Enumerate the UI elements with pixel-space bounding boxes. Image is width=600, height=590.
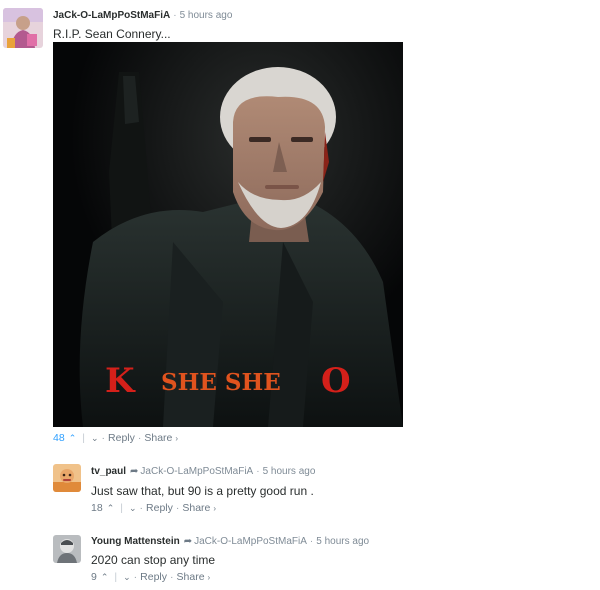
avatar-jack[interactable] xyxy=(3,8,43,48)
avatar-tv-paul[interactable] xyxy=(53,464,81,492)
avatar-young-mattenstein[interactable] xyxy=(53,535,81,563)
reply-button[interactable]: Reply xyxy=(108,432,135,444)
downvote-icon[interactable]: ⌄ xyxy=(91,433,99,443)
in-reply-to[interactable]: JaCk-O-LaMpPoStMaFiA xyxy=(194,536,307,547)
comment-actions-1: 48 ⌃ | ⌄ · Reply · Share › xyxy=(53,432,178,444)
vote-divider: | xyxy=(120,502,123,514)
vote-count: 9 xyxy=(91,571,97,583)
action-separator: · xyxy=(137,432,142,444)
action-separator: · xyxy=(133,571,138,583)
meta-separator: · xyxy=(173,10,177,21)
meta-line-1: JaCk-O-LaMpPoStMaFiA · 5 hours ago xyxy=(53,10,232,21)
timestamp[interactable]: 5 hours ago xyxy=(316,536,369,547)
image-caption-middle: SHE SHE xyxy=(161,369,281,396)
meta-line-2: tv_paul ➦ JaCk-O-LaMpPoStMaFiA · 5 hours ago xyxy=(91,466,315,477)
upvote-icon[interactable]: ⌃ xyxy=(101,572,109,582)
action-separator: · xyxy=(139,502,144,514)
reply-arrow-icon: ➦ xyxy=(183,536,193,547)
meta-line-3: Young Mattenstein ➦ JaCk-O-LaMpPoStMaFiA · 5… xyxy=(91,536,369,547)
vote-divider: | xyxy=(114,571,118,583)
share-label: Share xyxy=(182,502,211,514)
upvote-icon[interactable]: ⌃ xyxy=(107,503,115,513)
author-name[interactable]: Young Mattenstein xyxy=(91,536,180,547)
action-separator: · xyxy=(101,432,106,444)
share-caret-icon: › xyxy=(213,504,216,513)
downvote-icon[interactable]: ⌄ xyxy=(123,572,131,582)
vote-count: 18 xyxy=(91,502,103,514)
share-button[interactable]: Share › xyxy=(144,432,178,444)
comment-text: 2020 can stop any time xyxy=(91,553,216,567)
upvote-icon[interactable]: ⌃ xyxy=(69,433,77,443)
downvote-icon[interactable]: ⌄ xyxy=(129,503,137,513)
action-separator: · xyxy=(170,571,174,583)
vote-divider: | xyxy=(82,432,85,444)
share-caret-icon: › xyxy=(175,434,178,443)
author-name[interactable]: JaCk-O-LaMpPoStMaFiA xyxy=(53,10,170,21)
image-caption-k: K xyxy=(105,361,136,401)
image-caption-o: O xyxy=(321,361,351,401)
comment-actions-3: 9 ⌃ | ⌄ · Reply · Share › xyxy=(91,571,210,583)
share-label: Share xyxy=(144,432,173,444)
share-caret-icon: › xyxy=(207,573,211,582)
comment-text: R.I.P. Sean Connery... xyxy=(53,27,171,41)
author-name[interactable]: tv_paul xyxy=(91,466,126,477)
timestamp[interactable]: 5 hours ago xyxy=(263,466,316,477)
in-reply-to[interactable]: JaCk-O-LaMpPoStMaFiA xyxy=(140,466,253,477)
post-image[interactable]: K SHE SHE O xyxy=(53,42,403,427)
reply-button[interactable]: Reply xyxy=(140,571,167,583)
meta-separator: · xyxy=(256,466,260,477)
reply-button[interactable]: Reply xyxy=(146,502,173,514)
meta-separator: · xyxy=(309,536,314,547)
reply-arrow-icon: ➦ xyxy=(130,466,139,477)
share-label: Share xyxy=(176,571,205,583)
action-separator: · xyxy=(175,502,180,514)
share-button[interactable]: Share › xyxy=(177,571,211,583)
timestamp[interactable]: 5 hours ago xyxy=(180,10,233,21)
comment-actions-2: 18 ⌃ | ⌄ · Reply · Share › xyxy=(91,502,216,514)
vote-count: 48 xyxy=(53,432,65,444)
share-button[interactable]: Share › xyxy=(182,502,216,514)
comment-text: Just saw that, but 90 is a pretty good r… xyxy=(91,484,314,498)
